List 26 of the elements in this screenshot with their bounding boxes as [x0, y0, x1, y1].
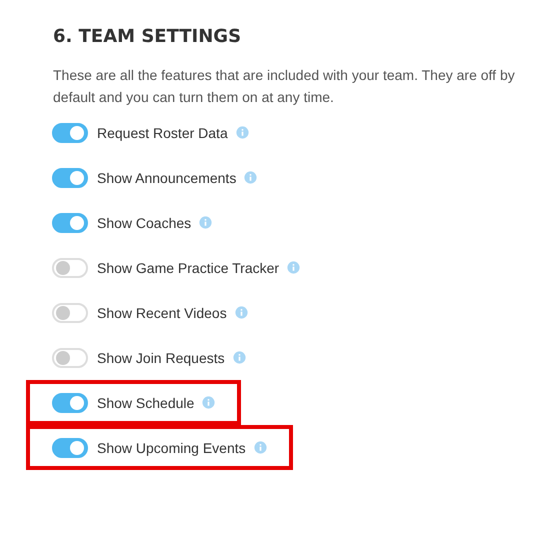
info-icon[interactable]	[232, 351, 246, 364]
toggle-switch[interactable]	[52, 348, 88, 368]
toggle-switch[interactable]	[52, 438, 88, 458]
info-icon[interactable]	[234, 306, 248, 319]
setting-label: Show Join Requests	[97, 350, 225, 366]
section-title: 6. TEAM SETTINGS	[53, 26, 242, 47]
setting-label: Show Announcements	[97, 170, 236, 186]
toggle-switch[interactable]	[52, 258, 88, 278]
info-icon[interactable]	[287, 261, 300, 274]
setting-label: Request Roster Data	[97, 124, 228, 140]
setting-label: Show Recent Videos	[97, 304, 227, 320]
info-icon[interactable]	[254, 441, 267, 454]
setting-label: Show Game Practice Tracker	[97, 260, 280, 276]
toggle-switch[interactable]	[52, 212, 88, 232]
toggle-switch[interactable]	[52, 302, 88, 322]
info-icon[interactable]	[199, 216, 212, 229]
section-description: These are all the features that are included with your team. They are off by default and you can turn them on at any time.	[53, 66, 516, 107]
info-icon[interactable]	[244, 171, 258, 184]
info-icon[interactable]	[236, 126, 249, 139]
info-icon[interactable]	[202, 396, 216, 409]
toggle-switch[interactable]	[52, 168, 88, 188]
toggle-switch[interactable]	[52, 392, 88, 412]
setting-label: Show Upcoming Events	[97, 440, 246, 456]
setting-label: Show Schedule	[97, 394, 194, 410]
toggle-switch[interactable]	[52, 122, 88, 142]
setting-label: Show Coaches	[97, 214, 192, 230]
